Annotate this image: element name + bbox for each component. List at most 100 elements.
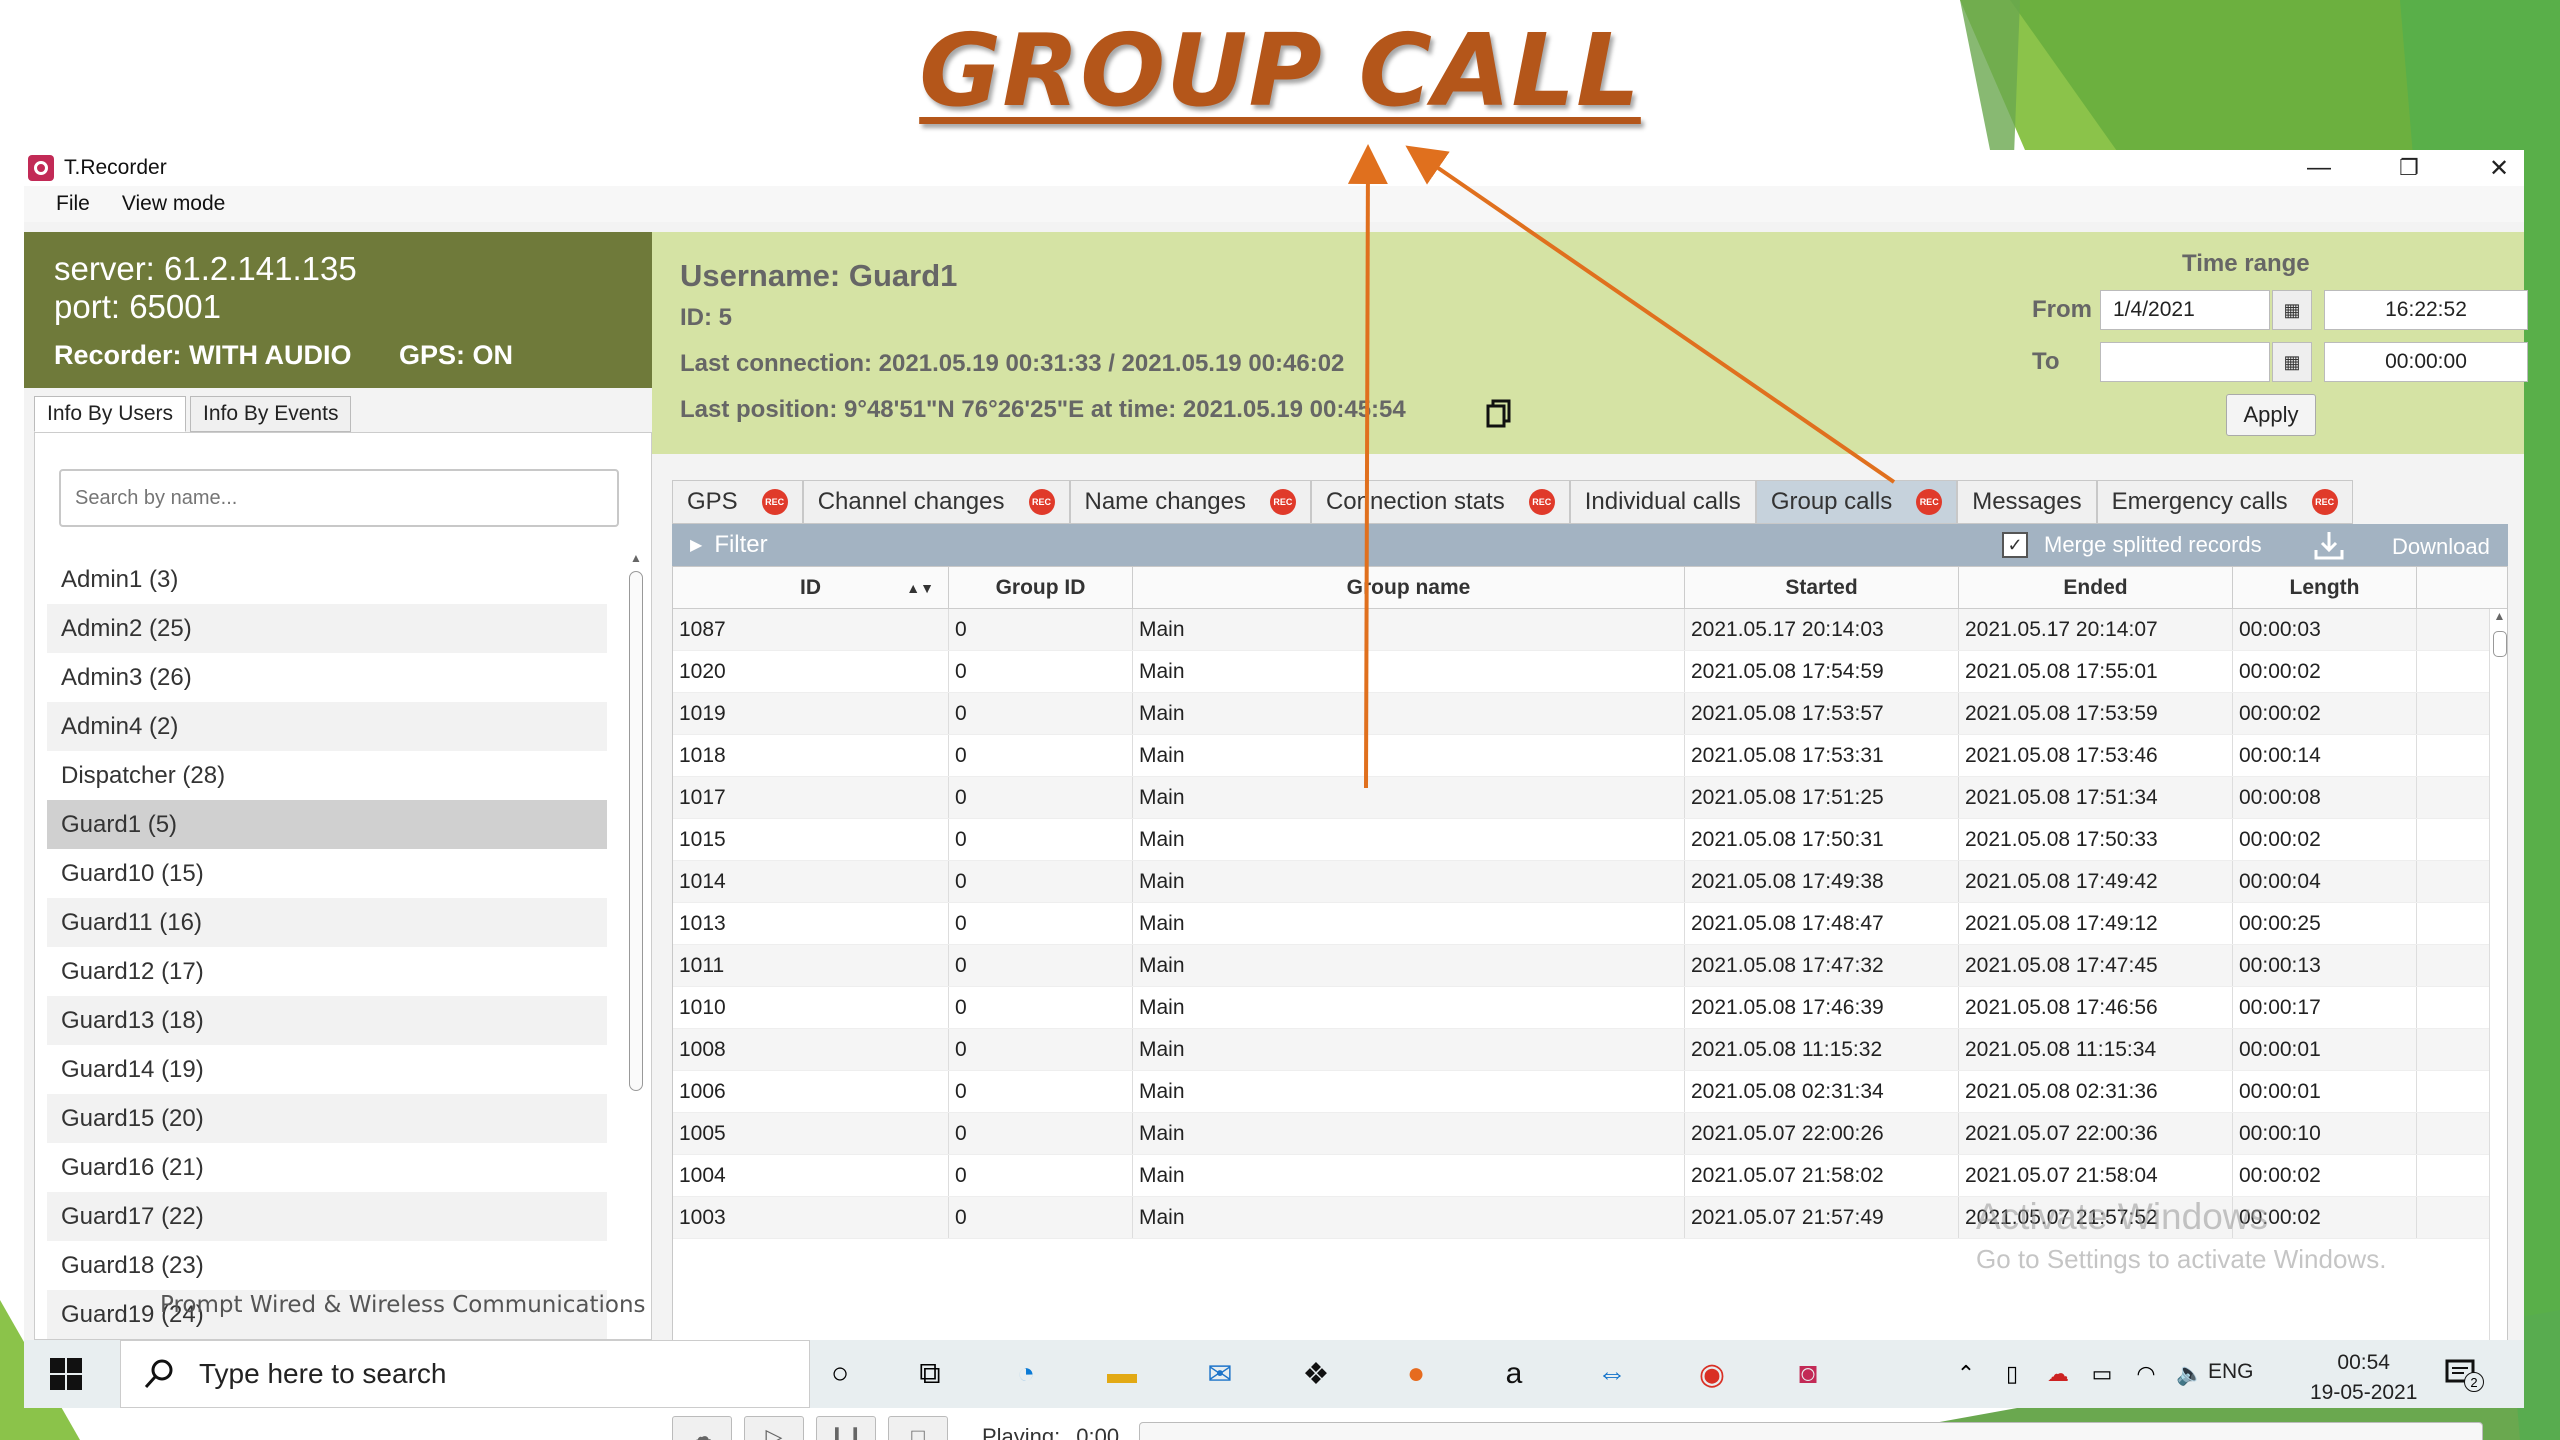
taskbar-search[interactable]: Type here to search: [120, 1340, 810, 1408]
rec-badge-icon[interactable]: REC: [1269, 489, 1296, 515]
tab-gps[interactable]: GPS REC: [672, 480, 803, 524]
cortana-icon[interactable]: ○: [818, 1354, 862, 1394]
col-group-id[interactable]: Group ID: [949, 567, 1133, 608]
clock[interactable]: 00:54 19-05-2021: [2310, 1348, 2417, 1408]
tab-info-by-events[interactable]: Info By Events: [190, 396, 352, 432]
stop-button[interactable]: □: [888, 1416, 948, 1440]
firefox-icon[interactable]: ●: [1394, 1354, 1438, 1394]
table-row[interactable]: 1017 0 Main 2021.05.08 17:51:25 2021.05.08 1…: [673, 777, 2507, 819]
file-explorer-icon[interactable]: ▬: [1100, 1354, 1144, 1394]
tray-device-icon[interactable]: ▯: [1990, 1354, 2034, 1394]
rec-badge-icon[interactable]: REC: [1528, 489, 1555, 515]
menu-file[interactable]: File: [56, 192, 90, 216]
battery-icon[interactable]: ▭: [2080, 1354, 2124, 1394]
to-date-field[interactable]: [2100, 342, 2270, 382]
table-row[interactable]: 1008 0 Main 2021.05.08 11:15:32 2021.05.08 1…: [673, 1029, 2507, 1071]
user-list-item[interactable]: Guard16 (21): [47, 1143, 607, 1192]
user-list-item[interactable]: Guard12 (17): [47, 947, 607, 996]
rec-badge-icon[interactable]: REC: [2311, 489, 2338, 515]
tab-emergency-calls[interactable]: Emergency calls REC: [2096, 480, 2353, 524]
tray-chevron-icon[interactable]: ⌃: [1944, 1354, 1988, 1394]
t-recorder-taskbar-icon[interactable]: ◙: [1786, 1354, 1830, 1394]
table-row[interactable]: 1015 0 Main 2021.05.08 17:50:31 2021.05.08 1…: [673, 819, 2507, 861]
dropbox-icon[interactable]: ❖: [1294, 1354, 1338, 1394]
mail-icon[interactable]: ✉: [1198, 1354, 1242, 1394]
merge-checkbox[interactable]: ✓: [2002, 532, 2028, 558]
table-row[interactable]: 1003 0 Main 2021.05.07 21:57:49 2021.05.07 2…: [673, 1197, 2507, 1239]
user-list-item[interactable]: Admin1 (3): [47, 555, 607, 604]
from-time-field[interactable]: 16:22:52: [2324, 290, 2528, 330]
tab-name-changes[interactable]: Name changes REC: [1069, 480, 1311, 524]
edge-icon[interactable]: ◔: [1004, 1354, 1048, 1394]
user-list-scrollbar[interactable]: ▲: [627, 551, 645, 1101]
restore-button[interactable]: ❐: [2364, 150, 2454, 186]
playback-progress-bar[interactable]: [1139, 1422, 2484, 1440]
user-list-item[interactable]: Admin3 (26): [47, 653, 607, 702]
task-view-icon[interactable]: ⧉: [908, 1354, 952, 1394]
col-id[interactable]: ID ▲▼: [673, 567, 949, 608]
tab-channel-changes[interactable]: Channel changes REC: [802, 480, 1070, 524]
play-button[interactable]: ▷: [744, 1416, 804, 1440]
close-button[interactable]: ✕: [2454, 150, 2544, 186]
download-icon[interactable]: [2312, 528, 2346, 562]
table-row[interactable]: 1011 0 Main 2021.05.08 17:47:32 2021.05.08 1…: [673, 945, 2507, 987]
amazon-icon[interactable]: a: [1492, 1354, 1536, 1394]
user-list-item[interactable]: Admin4 (2): [47, 702, 607, 751]
table-row[interactable]: 1014 0 Main 2021.05.08 17:49:38 2021.05.08 1…: [673, 861, 2507, 903]
user-list-item[interactable]: Dispatcher (28): [47, 751, 607, 800]
table-row[interactable]: 1006 0 Main 2021.05.08 02:31:34 2021.05.08 0…: [673, 1071, 2507, 1113]
user-list-item[interactable]: Guard11 (16): [47, 898, 607, 947]
tab-connection-stats[interactable]: Connection stats REC: [1310, 480, 1570, 524]
table-row[interactable]: 1018 0 Main 2021.05.08 17:53:31 2021.05.08 1…: [673, 735, 2507, 777]
windows-start-icon[interactable]: [48, 1356, 84, 1392]
user-list-item[interactable]: Guard1 (5): [47, 800, 607, 849]
table-row[interactable]: 1020 0 Main 2021.05.08 17:54:59 2021.05.08 1…: [673, 651, 2507, 693]
to-time-field[interactable]: 00:00:00: [2324, 342, 2528, 382]
expand-triangle-icon[interactable]: ▶: [690, 535, 702, 555]
from-date-field[interactable]: 1/4/2021: [2100, 290, 2270, 330]
table-row[interactable]: 1013 0 Main 2021.05.08 17:48:47 2021.05.08 1…: [673, 903, 2507, 945]
from-calendar-icon[interactable]: ▦: [2272, 290, 2312, 330]
scroll-up-icon[interactable]: ▲: [627, 551, 645, 565]
user-list-item[interactable]: Guard17 (22): [47, 1192, 607, 1241]
language-indicator[interactable]: ENG: [2208, 1360, 2254, 1384]
user-list-item[interactable]: Guard13 (18): [47, 996, 607, 1045]
pause-button[interactable]: ❙❙: [816, 1416, 876, 1440]
table-row[interactable]: 1019 0 Main 2021.05.08 17:53:57 2021.05.08 1…: [673, 693, 2507, 735]
col-group-name[interactable]: Group name: [1133, 567, 1685, 608]
chrome-icon[interactable]: ◉: [1690, 1354, 1734, 1394]
table-row[interactable]: 1087 0 Main 2021.05.17 20:14:03 2021.05.17 2…: [673, 609, 2507, 651]
tray-cloud-icon[interactable]: ☁: [2036, 1354, 2080, 1394]
copy-icon[interactable]: [1484, 398, 1514, 428]
table-row[interactable]: 1005 0 Main 2021.05.07 22:00:26 2021.05.07 2…: [673, 1113, 2507, 1155]
scroll-thumb[interactable]: [629, 571, 643, 1091]
tab-messages[interactable]: Messages: [1957, 480, 2097, 524]
search-input[interactable]: [59, 469, 619, 527]
user-list-item[interactable]: Guard15 (20): [47, 1094, 607, 1143]
filter-label[interactable]: Filter: [714, 531, 767, 559]
rec-badge-icon[interactable]: REC: [1916, 489, 1943, 515]
download-button[interactable]: Download: [2392, 534, 2490, 560]
minimize-button[interactable]: —: [2274, 150, 2364, 186]
table-scrollbar[interactable]: ▲: [2489, 609, 2507, 1403]
menu-view-mode[interactable]: View mode: [122, 192, 226, 216]
teamviewer-icon[interactable]: ⇔: [1590, 1354, 1634, 1394]
user-list-item[interactable]: Guard14 (19): [47, 1045, 607, 1094]
rec-badge-icon[interactable]: REC: [1028, 489, 1055, 515]
user-list-item[interactable]: Guard18 (23): [47, 1241, 607, 1290]
col-length[interactable]: Length: [2233, 567, 2417, 608]
table-row[interactable]: 1010 0 Main 2021.05.08 17:46:39 2021.05.08 1…: [673, 987, 2507, 1029]
table-row[interactable]: 1004 0 Main 2021.05.07 21:58:02 2021.05.07 2…: [673, 1155, 2507, 1197]
to-calendar-icon[interactable]: ▦: [2272, 342, 2312, 382]
user-list-item[interactable]: Guard10 (15): [47, 849, 607, 898]
volume-icon[interactable]: 🔈: [2168, 1354, 2212, 1394]
notifications-icon[interactable]: 2: [2444, 1358, 2484, 1392]
wifi-icon[interactable]: ◠: [2124, 1354, 2168, 1394]
cloud-download-icon[interactable]: ☁: [672, 1416, 732, 1440]
rec-badge-icon[interactable]: REC: [761, 489, 788, 515]
col-started[interactable]: Started: [1685, 567, 1959, 608]
tab-info-by-users[interactable]: Info By Users: [34, 396, 187, 432]
tab-individual-calls[interactable]: Individual calls: [1569, 480, 1756, 524]
apply-button[interactable]: Apply: [2226, 394, 2316, 436]
tab-group-calls[interactable]: Group calls REC: [1755, 480, 1958, 524]
